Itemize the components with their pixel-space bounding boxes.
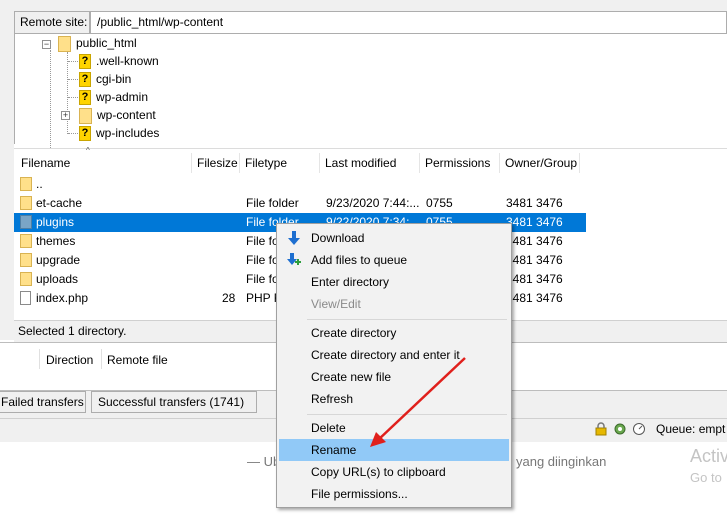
annotation-arrow-icon (370, 357, 466, 447)
